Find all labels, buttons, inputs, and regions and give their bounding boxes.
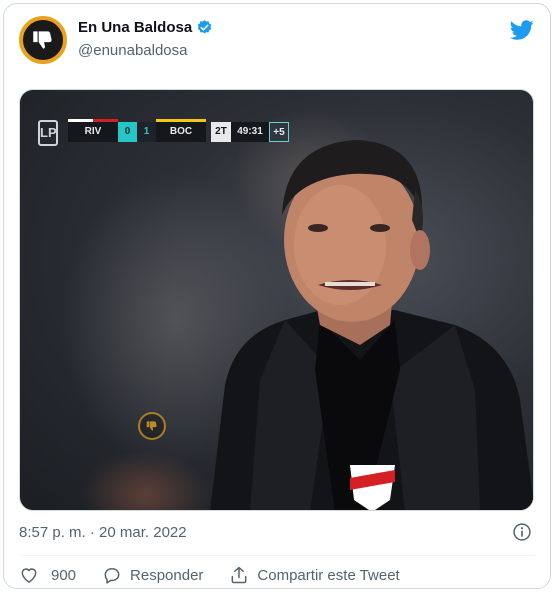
info-icon[interactable]: [512, 522, 532, 542]
reply-label: Responder: [130, 566, 204, 584]
away-score: 1: [137, 122, 156, 142]
coach-photo: [210, 140, 533, 510]
reply-button[interactable]: Responder: [102, 565, 203, 585]
reply-icon: [104, 568, 120, 584]
share-button[interactable]: Compartir este Tweet: [229, 565, 400, 585]
watermark-logo-icon: [138, 412, 166, 440]
home-score: 0: [118, 122, 137, 142]
twitter-bird-icon[interactable]: [510, 18, 534, 42]
share-icon: [232, 566, 247, 584]
thumbs-down-icon: [33, 31, 52, 49]
avatar[interactable]: [19, 16, 67, 64]
author-handle[interactable]: @enunabaldosa: [78, 42, 187, 59]
tweet-timestamp[interactable]: 8:57 p. m. · 20 mar. 2022: [19, 524, 187, 541]
tweet-media-image[interactable]: LP RIV 0 1 BOC 2T 49:31 +5: [19, 89, 534, 511]
display-name[interactable]: En Una Baldosa: [78, 19, 192, 36]
like-count: 900: [51, 566, 77, 584]
tweet-card[interactable]: En Una Baldosa @enunabaldosa LP RIV 0 1 …: [3, 3, 551, 589]
author-name-row[interactable]: En Una Baldosa: [78, 19, 213, 36]
verified-badge-icon: [197, 20, 212, 34]
like-button[interactable]: 900: [19, 565, 76, 585]
divider: [19, 555, 535, 556]
tweet-actions: 900 Responder Compartir este Tweet: [19, 565, 426, 585]
share-label: Compartir este Tweet: [257, 566, 400, 584]
home-team: RIV: [68, 119, 118, 142]
heart-icon: [21, 568, 37, 583]
league-logo-icon: LP: [38, 120, 58, 146]
